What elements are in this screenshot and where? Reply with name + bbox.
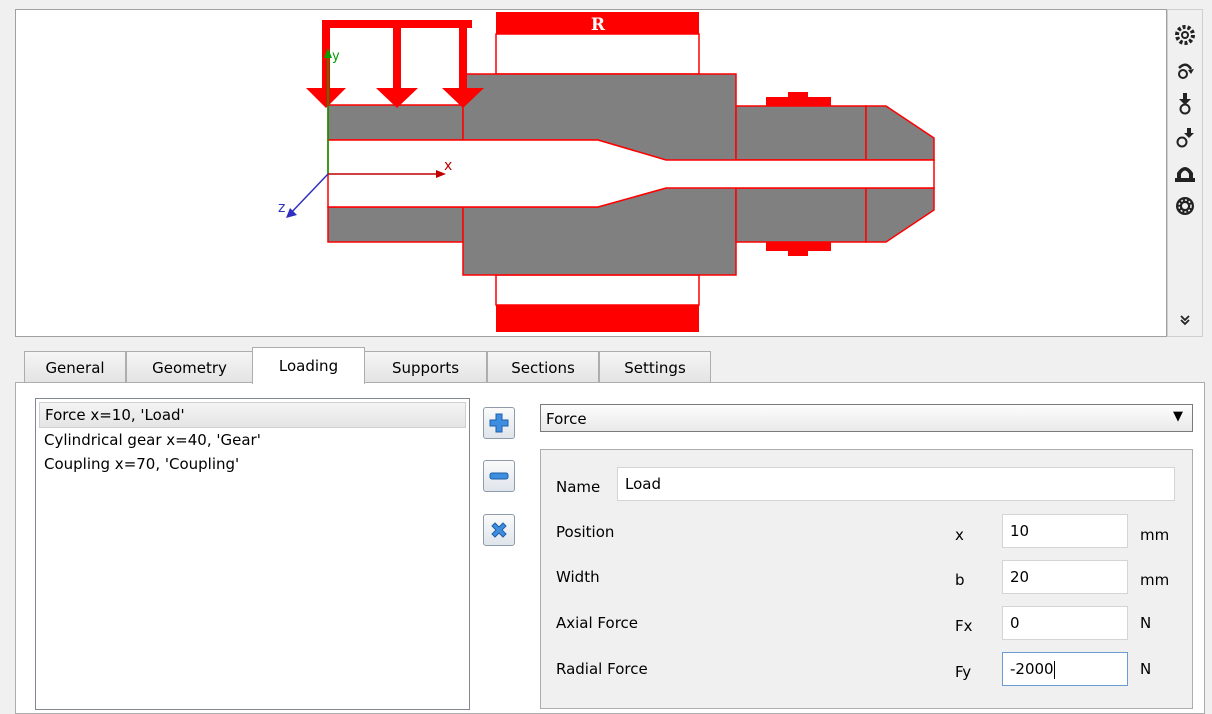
gear-bottom-band [496,305,699,332]
tab-label: Loading [278,357,339,375]
position-unit: mm [1140,526,1170,544]
more-chevron-icon[interactable] [1170,307,1200,333]
tab-geometry[interactable]: Geometry [126,351,253,383]
coupling-key-top [766,97,831,106]
add-load-button[interactable] [483,407,515,439]
shaft-viewport[interactable]: R y x z [15,9,1167,337]
load-type-value: Force [546,410,587,428]
axis-x-label: x [444,158,452,174]
width-label: Width [556,568,600,586]
support-down-icon[interactable] [1170,89,1200,119]
width-field[interactable]: 20 [1002,560,1128,594]
settings-gear-icon[interactable] [1170,20,1200,50]
remove-load-button[interactable] [483,460,515,492]
axial-force-symbol: Fx [955,617,973,635]
position-symbol: x [955,526,964,544]
gear-wheel-icon[interactable] [1170,191,1200,221]
tab-label: Supports [391,358,460,377]
radial-force-label: Radial Force [556,660,648,678]
axis-z-label: z [278,200,285,216]
tab-label: Settings [624,358,686,377]
tab-supports[interactable]: Supports [364,351,487,383]
shaft-drawing: R y x z [278,12,935,332]
loads-list[interactable]: Force x=10, 'Load' Cylindrical gear x=40… [35,398,470,710]
coupling-key-top-cap [788,92,808,98]
position-field[interactable]: 10 [1002,514,1128,548]
tab-sections[interactable]: Sections [487,351,599,383]
view-toolbar [1167,9,1203,337]
load-type-select[interactable]: Force ▼ [540,404,1193,432]
chevron-down-icon: ▼ [1173,409,1183,424]
axial-force-unit: N [1140,614,1152,632]
radial-force-unit: N [1140,660,1152,678]
coupling-key-bottom-cap [788,250,808,256]
tab-bar: General Geometry Loading Supports Sectio… [24,347,1204,384]
tab-general[interactable]: General [24,351,126,383]
radial-force-field[interactable]: -2000 [1002,652,1128,686]
axis-y-label: y [332,49,340,64]
width-unit: mm [1140,571,1170,589]
tab-label: Geometry [152,358,227,377]
name-label: Name [556,478,601,496]
delete-load-button[interactable] [483,514,515,546]
load-rotate-icon[interactable] [1170,55,1200,85]
list-item[interactable]: Cylindrical gear x=40, 'Gear' [36,428,469,452]
axial-force-field[interactable]: 0 [1002,606,1128,640]
axial-force-label: Axial Force [556,614,639,632]
gear-bottom-outline [495,274,700,306]
position-label: Position [556,523,615,541]
distributed-load [306,20,484,108]
tab-settings[interactable]: Settings [599,351,711,383]
tab-label: Sections [511,358,575,377]
support-diagonal-icon[interactable] [1170,123,1200,153]
list-item[interactable]: Force x=10, 'Load' [39,402,466,428]
delete-x-icon [491,522,507,538]
tab-label: General [45,358,105,377]
width-symbol: b [955,571,965,589]
add-plus-icon [489,413,509,433]
tab-loading[interactable]: Loading [252,347,365,384]
remove-minus-icon [489,472,509,480]
reaction-label: R [591,15,606,35]
gear-top-outline [495,33,700,75]
radial-force-symbol: Fy [955,663,972,681]
coupling-key-bottom [766,242,831,251]
bearing-icon[interactable] [1170,157,1200,187]
list-item[interactable]: Coupling x=70, 'Coupling' [36,452,469,476]
text-caret [1053,660,1055,679]
radial-force-value: -2000 [1010,660,1054,678]
name-field[interactable]: Load [617,467,1175,501]
